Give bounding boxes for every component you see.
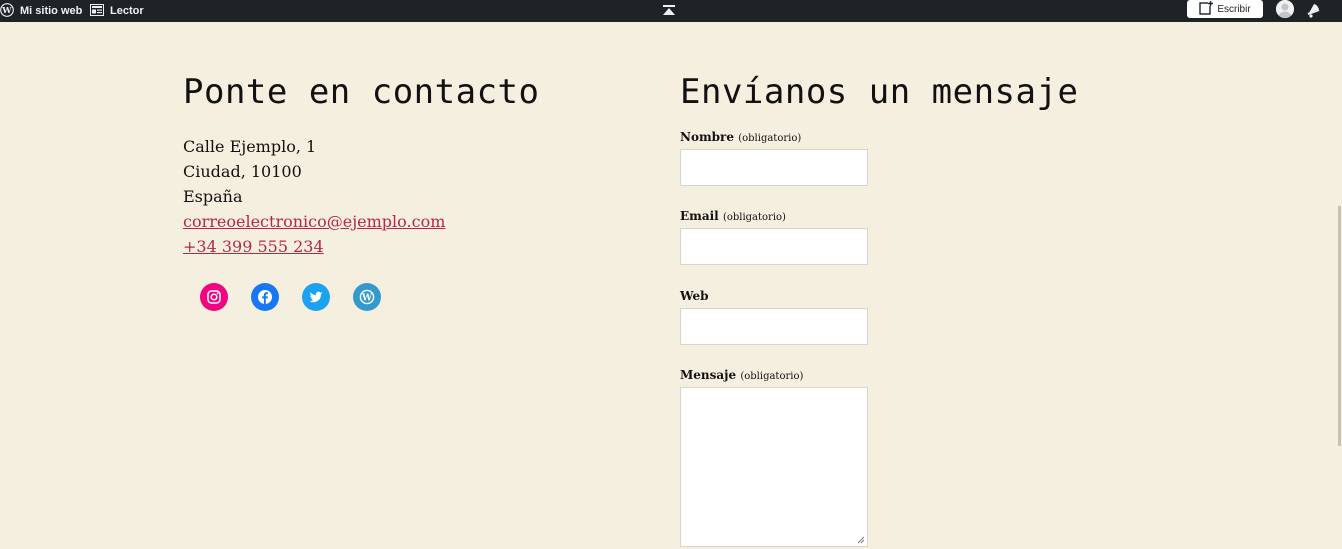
collapse-toolbar-button[interactable] (662, 1, 676, 23)
reader-label: Lector (110, 5, 144, 17)
message-textarea[interactable] (680, 387, 868, 547)
write-label: Escribir (1217, 3, 1251, 15)
facebook-icon[interactable] (251, 283, 279, 311)
email-label-text: Email (680, 209, 719, 223)
web-input[interactable] (680, 308, 868, 345)
address-country: España (183, 187, 243, 206)
message-label-text: Mensaje (680, 368, 737, 382)
contact-section: Ponte en contacto Calle Ejemplo, 1 Ciuda… (183, 72, 603, 311)
social-links: W (200, 283, 381, 311)
page-scrollbar[interactable] (1338, 206, 1341, 446)
my-site-label: Mi sitio web (20, 5, 83, 17)
reader-menu[interactable]: Lector (90, 0, 144, 22)
name-input[interactable] (680, 149, 868, 186)
email-input[interactable] (680, 228, 868, 265)
email-field-group: Email (obligatorio) (680, 209, 868, 265)
address-city: Ciudad, 10100 (183, 162, 302, 181)
required-note: (obligatorio) (738, 133, 802, 144)
new-post-icon (1199, 0, 1214, 18)
collapse-up-icon (662, 4, 676, 20)
message-field-group: Mensaje (obligatorio) (680, 368, 868, 547)
svg-text:W: W (1, 5, 12, 15)
name-field-group: Nombre (obligatorio) (680, 130, 868, 186)
name-label-text: Nombre (680, 130, 735, 144)
write-button[interactable]: Escribir (1187, 0, 1263, 18)
required-note: (obligatorio) (722, 212, 786, 223)
email-label: Email (obligatorio) (680, 209, 868, 223)
svg-text:W: W (361, 293, 373, 303)
message-form-section: Envíanos un mensaje Nombre (obligatorio)… (680, 72, 1100, 547)
reader-icon (90, 3, 104, 19)
contact-heading: Ponte en contacto (183, 72, 540, 112)
wordpress-logo-icon: W (0, 2, 14, 20)
name-label: Nombre (obligatorio) (680, 130, 868, 144)
phone-link[interactable]: +34 399 555 234 (183, 234, 603, 259)
required-note: (obligatorio) (740, 371, 804, 382)
notifications-bell-icon[interactable] (1306, 2, 1322, 21)
resize-grip-icon[interactable] (857, 536, 865, 544)
admin-bar: W Mi sitio web Lector Escribir (0, 0, 1342, 22)
instagram-icon[interactable] (200, 283, 228, 311)
twitter-icon[interactable] (302, 283, 330, 311)
form-heading: Envíanos un mensaje (680, 72, 1079, 112)
wordpress-icon[interactable]: W (353, 283, 381, 311)
email-link[interactable]: correoelectronico@ejemplo.com (183, 209, 603, 234)
message-label: Mensaje (obligatorio) (680, 368, 868, 382)
web-field-group: Web (680, 289, 868, 345)
web-label: Web (680, 289, 709, 303)
address-street: Calle Ejemplo, 1 (183, 137, 317, 156)
avatar[interactable] (1276, 0, 1294, 18)
address-block: Calle Ejemplo, 1 Ciudad, 10100 España co… (183, 134, 603, 259)
my-site-menu[interactable]: W Mi sitio web (0, 0, 82, 22)
